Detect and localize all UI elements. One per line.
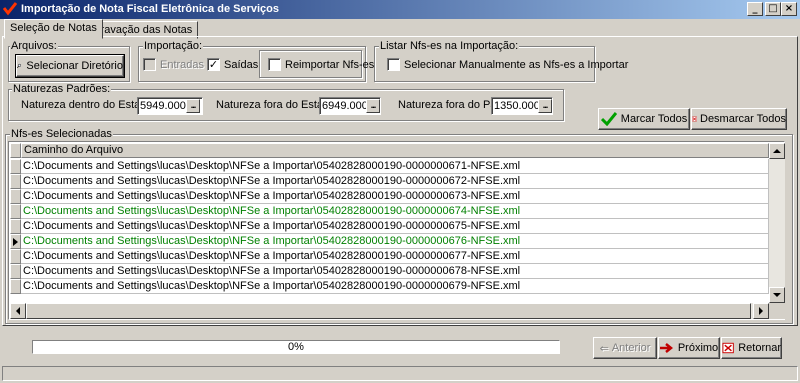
current-row-arrow-icon	[13, 238, 18, 246]
natureza-dentro-label: Natureza dentro do Estado:	[21, 99, 156, 111]
maximize-button[interactable]: □	[765, 2, 781, 16]
window-title: Importação de Nota Fiscal Eletrônica de …	[21, 3, 279, 15]
green-check-icon	[600, 112, 617, 126]
tab-selecao-notas[interactable]: Seleção de Notas	[4, 19, 103, 39]
row-indicator[interactable]	[10, 189, 21, 204]
natureza-dentro-lookup-button[interactable]: ...	[186, 99, 200, 113]
reimportar-checkbox[interactable]	[268, 58, 281, 71]
vertical-scrollbar[interactable]	[769, 143, 785, 303]
arrow-right-red-icon	[659, 343, 673, 353]
nfses-group-label: Nfs-es Selecionadas	[10, 128, 113, 140]
row-indicator[interactable]	[10, 204, 21, 219]
nfses-grid[interactable]: Caminho do Arquivo C:\Documents and Sett…	[8, 141, 785, 320]
naturezas-group-label: Naturezas Padrões:	[12, 83, 112, 95]
arrow-right-icon	[759, 307, 763, 315]
anterior-label: Anterior	[611, 342, 651, 354]
anterior-button[interactable]: ⇐ Anterior	[593, 337, 657, 359]
table-row[interactable]: C:\Documents and Settings\lucas\Desktop\…	[21, 159, 769, 174]
row-indicator[interactable]	[10, 174, 21, 189]
arrow-down-icon	[773, 293, 781, 297]
magnifier-icon	[17, 63, 21, 69]
horizontal-scroll-thumb[interactable]	[26, 303, 751, 319]
uncheck-x-icon	[692, 116, 697, 122]
horizontal-scrollbar[interactable]	[10, 303, 769, 319]
natureza-fora-estado-lookup-button[interactable]: ...	[366, 99, 380, 113]
progress-text: 0%	[288, 341, 304, 353]
table-row[interactable]: C:\Documents and Settings\lucas\Desktop\…	[21, 189, 769, 204]
header-indicator	[10, 143, 21, 158]
table-row[interactable]: C:\Documents and Settings\lucas\Desktop\…	[21, 204, 769, 219]
arrow-left-icon: ⇐	[599, 342, 609, 355]
row-indicator[interactable]	[10, 159, 21, 174]
title-bar[interactable]: Importação de Nota Fiscal Eletrônica de …	[0, 0, 800, 19]
entradas-checkbox[interactable]	[143, 58, 156, 71]
selecionar-manualmente-label: Selecionar Manualmente as Nfs-es a Impor…	[404, 59, 629, 71]
row-indicator[interactable]	[10, 234, 21, 249]
progress-bar: 0%	[32, 340, 560, 354]
selecionar-manualmente-checkbox[interactable]	[387, 58, 400, 71]
natureza-fora-pais-lookup-button[interactable]: ...	[538, 99, 552, 113]
arrow-left-icon	[16, 307, 20, 315]
selecionar-diretorio-button[interactable]: Selecionar Diretório	[15, 54, 125, 78]
saidas-label: Saídas	[224, 59, 259, 71]
proximo-label: Próximo	[677, 342, 719, 354]
scroll-right-button[interactable]	[753, 303, 769, 319]
scroll-corner	[769, 303, 785, 319]
scroll-left-button[interactable]	[10, 303, 26, 319]
reimportar-label: Reimportar Nfs-es	[285, 59, 375, 71]
table-row[interactable]: C:\Documents and Settings\lucas\Desktop\…	[21, 174, 769, 189]
arquivos-group-label: Arquivos:	[10, 40, 58, 52]
row-indicator-column	[10, 143, 21, 298]
importacao-group-label: Importação:	[143, 40, 204, 52]
arrow-up-icon	[773, 149, 781, 153]
retornar-button[interactable]: Retornar	[721, 337, 782, 359]
table-row[interactable]: C:\Documents and Settings\lucas\Desktop\…	[21, 234, 769, 249]
marcar-todos-label: Marcar Todos	[620, 113, 688, 125]
table-row[interactable]: C:\Documents and Settings\lucas\Desktop\…	[21, 249, 769, 264]
close-button[interactable]: ×	[781, 2, 797, 16]
scroll-down-button[interactable]	[769, 287, 785, 303]
entradas-label: Entradas	[160, 59, 205, 71]
saidas-checkbox[interactable]: ✓	[207, 58, 220, 71]
selecionar-diretorio-label: Selecionar Diretório	[26, 60, 123, 72]
retornar-label: Retornar	[738, 342, 781, 354]
table-row[interactable]: C:\Documents and Settings\lucas\Desktop\…	[21, 279, 769, 294]
desmarcar-todos-button[interactable]: Desmarcar Todos	[691, 108, 787, 130]
table-row[interactable]: C:\Documents and Settings\lucas\Desktop\…	[21, 219, 769, 234]
marcar-todos-button[interactable]: Marcar Todos	[598, 108, 690, 130]
listar-group-label: Listar Nfs-es na Importação:	[379, 40, 520, 52]
row-indicator[interactable]	[10, 249, 21, 264]
desmarcar-todos-label: Desmarcar Todos	[700, 113, 786, 125]
scroll-up-button[interactable]	[769, 143, 785, 159]
row-indicator[interactable]	[10, 264, 21, 279]
proximo-button[interactable]: Próximo	[658, 337, 720, 359]
app-icon	[3, 2, 17, 16]
return-icon	[722, 342, 734, 354]
minimize-button[interactable]: _	[747, 2, 763, 16]
table-row[interactable]: C:\Documents and Settings\lucas\Desktop\…	[21, 264, 769, 279]
row-indicator[interactable]	[10, 219, 21, 234]
status-bar	[2, 366, 798, 381]
column-header-caminho[interactable]: Caminho do Arquivo	[21, 143, 769, 158]
row-indicator[interactable]	[10, 279, 21, 294]
